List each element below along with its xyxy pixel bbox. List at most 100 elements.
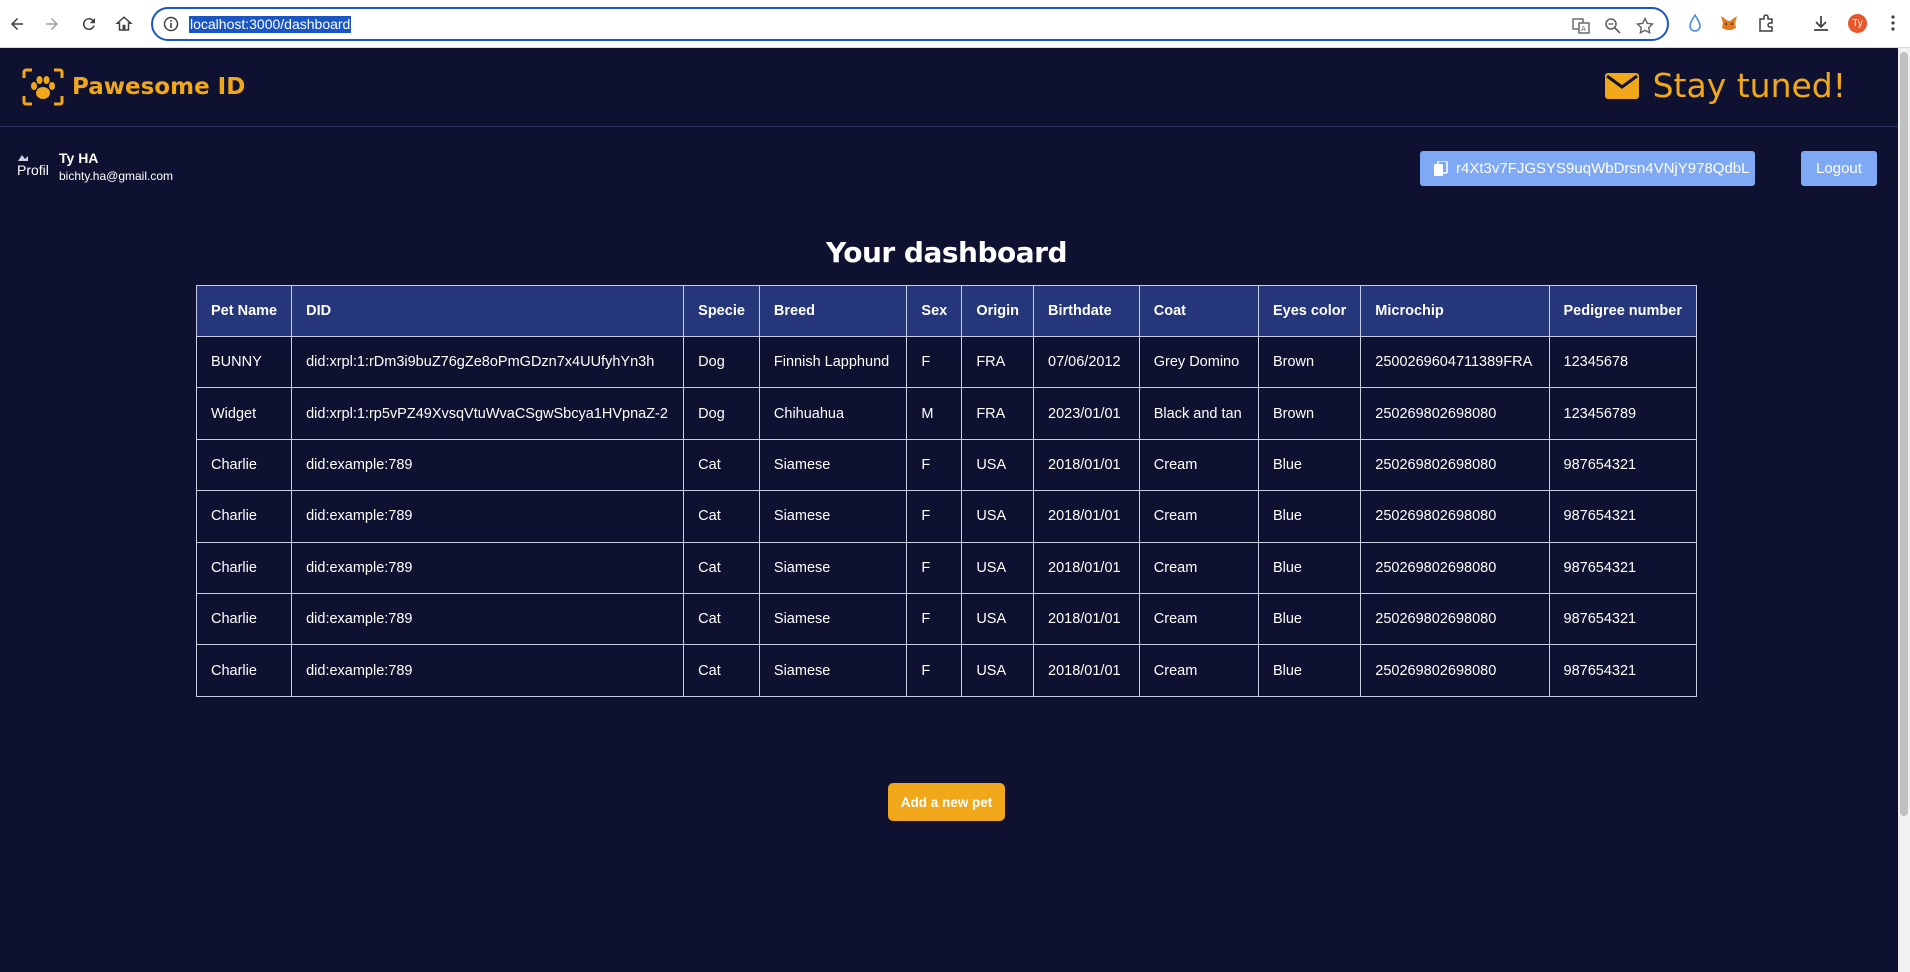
browser-menu-icon[interactable]: [1883, 13, 1903, 33]
brand-logo[interactable]: Pawesome ID: [22, 68, 245, 106]
extensions-puzzle-icon[interactable]: [1756, 13, 1776, 33]
user-profile: Profil Ty HA bichty.ha@gmail.com: [17, 150, 173, 183]
eyes-color-cell: Blue: [1257, 592, 1362, 646]
eyes-color-cell: Blue: [1257, 438, 1362, 492]
table-row: Charlie did:example:789 Cat Siamese F US…: [195, 644, 1698, 697]
eyes-color-cell: Blue: [1257, 541, 1362, 594]
user-name: Ty HA: [59, 150, 99, 166]
microchip-cell: 2500269604711389FRA: [1360, 335, 1550, 389]
wallet-address: r4Xt3v7FJGSYS9uqWbDrsn4VNjY978QdbL: [1456, 160, 1750, 177]
sex-cell: F: [906, 490, 963, 543]
specie-cell: Cat: [683, 438, 760, 492]
coat-cell: Cream: [1138, 644, 1259, 697]
specie-cell: Dog: [683, 335, 760, 389]
birthdate-cell: 2023/01/01: [1033, 387, 1140, 440]
pedigree-cell: 12345678: [1548, 335, 1698, 389]
pedigree-cell: 987654321: [1548, 438, 1698, 492]
paw-logo-icon: [22, 68, 64, 106]
microchip-cell: 250269802698080: [1360, 592, 1550, 646]
bookmark-star-icon[interactable]: [1636, 17, 1654, 35]
sex-cell: F: [906, 438, 963, 492]
download-icon[interactable]: [1811, 13, 1831, 33]
did-cell: did:example:789: [291, 592, 685, 646]
specie-cell: Cat: [683, 490, 760, 543]
sex-cell: F: [906, 335, 963, 389]
birthdate-cell: 2018/01/01: [1033, 541, 1140, 594]
breed-cell: Siamese: [758, 438, 908, 492]
table-row: BUNNY did:xrpl:1:rDm3i9buZ76gZe8oPmGDzn7…: [195, 335, 1698, 389]
pet-name-cell: Charlie: [195, 490, 293, 543]
site-info-icon[interactable]: [163, 16, 179, 32]
birthdate-cell: 2018/01/01: [1033, 592, 1140, 646]
droplet-extension-icon[interactable]: [1685, 13, 1705, 33]
birthdate-cell: 2018/01/01: [1033, 490, 1140, 543]
browser-profile-avatar[interactable]: Ty: [1848, 14, 1867, 33]
pedigree-cell: 123456789: [1548, 387, 1698, 440]
pedigree-cell: 987654321: [1548, 541, 1698, 594]
did-cell: did:xrpl:1:rp5vPZ49XvsqVtuWvaCSgwSbcya1H…: [291, 387, 685, 440]
eyes-color-cell: Brown: [1257, 387, 1362, 440]
birthdate-cell: 07/06/2012: [1033, 335, 1140, 389]
metamask-fox-icon[interactable]: [1719, 13, 1739, 33]
origin-cell: FRA: [961, 335, 1035, 389]
pet-name-cell: Charlie: [195, 438, 293, 492]
forward-icon[interactable]: [40, 12, 64, 36]
column-header: Microchip: [1360, 285, 1550, 337]
pets-table: Pet Name DID Specie Breed Sex Origin Bir…: [195, 285, 1698, 697]
eyes-color-cell: Blue: [1257, 490, 1362, 543]
birthdate-cell: 2018/01/01: [1033, 644, 1140, 697]
origin-cell: USA: [961, 592, 1035, 646]
logout-button[interactable]: Logout: [1801, 151, 1877, 186]
origin-cell: USA: [961, 490, 1035, 543]
specie-cell: Cat: [683, 541, 760, 594]
home-icon[interactable]: [112, 12, 136, 36]
specie-cell: Cat: [683, 592, 760, 646]
brand-name: Pawesome ID: [72, 74, 246, 100]
table-header-row: Pet Name DID Specie Breed Sex Origin Bir…: [195, 285, 1698, 337]
did-cell: did:example:789: [291, 438, 685, 492]
breed-cell: Siamese: [758, 644, 908, 697]
coat-cell: Cream: [1138, 541, 1259, 594]
avatar-alt-text: Profil: [17, 162, 49, 178]
specie-cell: Cat: [683, 644, 760, 697]
pet-name-cell: Widget: [195, 387, 293, 440]
reload-icon[interactable]: [77, 12, 101, 36]
pedigree-cell: 987654321: [1548, 490, 1698, 543]
pet-name-cell: Charlie: [195, 541, 293, 594]
table-row: Widget did:xrpl:1:rp5vPZ49XvsqVtuWvaCSgw…: [195, 387, 1698, 440]
back-icon[interactable]: [5, 12, 29, 36]
breed-cell: Siamese: [758, 490, 908, 543]
coat-cell: Grey Domino: [1138, 335, 1259, 389]
broken-image-icon: [18, 155, 28, 161]
translate-icon[interactable]: A: [1572, 17, 1590, 35]
microchip-cell: 250269802698080: [1360, 490, 1550, 543]
address-bar[interactable]: localhost:3000/dashboard A: [151, 7, 1669, 41]
column-header: Specie: [683, 285, 760, 337]
origin-cell: FRA: [961, 387, 1035, 440]
page-title: Your dashboard: [826, 236, 1068, 269]
copy-wallet-address-button[interactable]: r4Xt3v7FJGSYS9uqWbDrsn4VNjY978QdbL: [1420, 151, 1755, 186]
pedigree-cell: 987654321: [1548, 644, 1698, 697]
did-cell: did:example:789: [291, 490, 685, 543]
table-row: Charlie did:example:789 Cat Siamese F US…: [195, 541, 1698, 594]
add-new-pet-button[interactable]: Add a new pet: [888, 783, 1005, 821]
copy-icon: [1434, 160, 1448, 176]
column-header: Pet Name: [195, 285, 293, 337]
app-header: Pawesome ID Stay tuned!: [0, 48, 1898, 127]
did-cell: did:example:789: [291, 644, 685, 697]
pet-name-cell: Charlie: [195, 592, 293, 646]
page-scrollbar[interactable]: [1898, 48, 1910, 972]
browser-toolbar: localhost:3000/dashboard A Ty: [0, 0, 1910, 48]
origin-cell: USA: [961, 541, 1035, 594]
stay-tuned-link[interactable]: Stay tuned!: [1604, 66, 1846, 105]
zoom-icon[interactable]: [1604, 17, 1622, 35]
origin-cell: USA: [961, 644, 1035, 697]
table-row: Charlie did:example:789 Cat Siamese F US…: [195, 438, 1698, 492]
birthdate-cell: 2018/01/01: [1033, 438, 1140, 492]
table-row: Charlie did:example:789 Cat Siamese F US…: [195, 592, 1698, 646]
table-row: Charlie did:example:789 Cat Siamese F US…: [195, 490, 1698, 543]
url-text[interactable]: localhost:3000/dashboard: [189, 16, 352, 33]
column-header: DID: [291, 285, 685, 337]
breed-cell: Chihuahua: [758, 387, 908, 440]
scrollbar-thumb[interactable]: [1900, 52, 1908, 816]
